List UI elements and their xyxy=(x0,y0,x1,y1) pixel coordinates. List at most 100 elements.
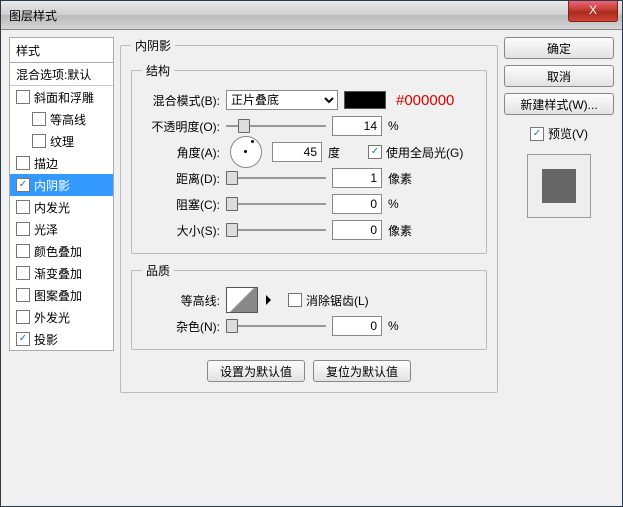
opacity-unit: % xyxy=(388,119,422,133)
size-label: 大小(S): xyxy=(142,222,220,239)
color-hex: #000000 xyxy=(396,92,454,109)
global-light-label: 使用全局光(G) xyxy=(386,144,463,161)
choke-unit: % xyxy=(388,197,422,211)
style-item-label: 内发光 xyxy=(34,199,70,216)
quality-group: 品质 等高线: 消除锯齿(L) 杂色(N): xyxy=(131,262,487,350)
style-item[interactable]: 光泽 xyxy=(10,218,113,240)
style-item[interactable]: 投影 xyxy=(10,328,113,350)
contour-picker[interactable] xyxy=(226,287,258,313)
contour-label: 等高线: xyxy=(142,292,220,309)
style-item-label: 光泽 xyxy=(34,221,58,238)
titlebar[interactable]: 图层样式 X xyxy=(1,1,622,30)
structure-legend: 结构 xyxy=(142,62,174,79)
center-panel: 内阴影 结构 混合模式(B): 正片叠底 #000000 不透明度(O): xyxy=(120,37,498,498)
angle-input[interactable] xyxy=(272,142,322,162)
check-icon[interactable] xyxy=(16,90,30,104)
structure-group: 结构 混合模式(B): 正片叠底 #000000 不透明度(O): % xyxy=(131,62,487,254)
noise-slider[interactable] xyxy=(226,319,326,333)
distance-label: 距离(D): xyxy=(142,170,220,187)
distance-slider[interactable] xyxy=(226,171,326,185)
check-icon[interactable] xyxy=(16,266,30,280)
check-icon xyxy=(530,127,544,141)
window-title: 图层样式 xyxy=(9,7,57,24)
style-item-label: 斜面和浮雕 xyxy=(34,89,94,106)
style-item-label: 图案叠加 xyxy=(34,287,82,304)
style-item-label: 投影 xyxy=(34,331,58,348)
check-icon[interactable] xyxy=(16,310,30,324)
blend-mode-label: 混合模式(B): xyxy=(142,92,220,109)
cancel-button[interactable]: 取消 xyxy=(504,65,614,87)
blending-options-row[interactable]: 混合选项:默认 xyxy=(10,63,113,86)
set-default-button[interactable]: 设置为默认值 xyxy=(207,360,305,382)
noise-label: 杂色(N): xyxy=(142,318,220,335)
size-input[interactable] xyxy=(332,220,382,240)
global-light-checkbox[interactable]: 使用全局光(G) xyxy=(368,144,463,161)
style-item[interactable]: 纹理 xyxy=(10,130,113,152)
check-icon[interactable] xyxy=(16,332,30,346)
style-item-label: 渐变叠加 xyxy=(34,265,82,282)
blend-mode-select[interactable]: 正片叠底 xyxy=(226,90,338,110)
angle-unit: 度 xyxy=(328,144,362,161)
dialog-body: 样式 混合选项:默认 斜面和浮雕等高线纹理描边内阴影内发光光泽颜色叠加渐变叠加图… xyxy=(1,29,622,506)
preview-box xyxy=(527,154,591,218)
preview-checkbox[interactable]: 预览(V) xyxy=(504,125,614,142)
styles-header[interactable]: 样式 xyxy=(9,37,114,63)
style-item[interactable]: 内阴影 xyxy=(10,174,113,196)
distance-input[interactable] xyxy=(332,168,382,188)
blending-options-label: 混合选项:默认 xyxy=(16,66,91,83)
angle-label: 角度(A): xyxy=(142,144,220,161)
style-item[interactable]: 内发光 xyxy=(10,196,113,218)
antialias-label: 消除锯齿(L) xyxy=(306,292,369,309)
ok-button[interactable]: 确定 xyxy=(504,37,614,59)
style-item-label: 颜色叠加 xyxy=(34,243,82,260)
check-icon[interactable] xyxy=(32,134,46,148)
style-item[interactable]: 外发光 xyxy=(10,306,113,328)
size-slider[interactable] xyxy=(226,223,326,237)
check-icon xyxy=(368,145,382,159)
check-icon[interactable] xyxy=(16,156,30,170)
reset-default-button[interactable]: 复位为默认值 xyxy=(313,360,411,382)
style-item-label: 外发光 xyxy=(34,309,70,326)
defaults-buttons: 设置为默认值 复位为默认值 xyxy=(131,360,487,382)
styles-list: 混合选项:默认 斜面和浮雕等高线纹理描边内阴影内发光光泽颜色叠加渐变叠加图案叠加… xyxy=(9,63,114,351)
style-item[interactable]: 描边 xyxy=(10,152,113,174)
angle-dial[interactable] xyxy=(230,136,262,168)
quality-legend: 品质 xyxy=(142,262,174,279)
new-style-button[interactable]: 新建样式(W)... xyxy=(504,93,614,115)
style-item[interactable]: 斜面和浮雕 xyxy=(10,86,113,108)
opacity-slider[interactable] xyxy=(226,119,326,133)
color-swatch[interactable] xyxy=(344,91,386,109)
noise-input[interactable] xyxy=(332,316,382,336)
check-icon[interactable] xyxy=(16,222,30,236)
check-icon[interactable] xyxy=(32,112,46,126)
size-unit: 像素 xyxy=(388,222,422,239)
check-icon[interactable] xyxy=(16,178,30,192)
choke-label: 阻塞(C): xyxy=(142,196,220,213)
opacity-input[interactable] xyxy=(332,116,382,136)
styles-panel: 样式 混合选项:默认 斜面和浮雕等高线纹理描边内阴影内发光光泽颜色叠加渐变叠加图… xyxy=(9,37,114,498)
style-item[interactable]: 颜色叠加 xyxy=(10,240,113,262)
style-item-label: 描边 xyxy=(34,155,58,172)
style-item[interactable]: 等高线 xyxy=(10,108,113,130)
preview-label: 预览(V) xyxy=(548,125,588,142)
style-item-label: 等高线 xyxy=(50,111,86,128)
close-button[interactable]: X xyxy=(568,1,618,22)
inner-shadow-fieldset: 内阴影 结构 混合模式(B): 正片叠底 #000000 不透明度(O): xyxy=(120,37,498,393)
style-item[interactable]: 渐变叠加 xyxy=(10,262,113,284)
noise-unit: % xyxy=(388,319,422,333)
right-panel: 确定 取消 新建样式(W)... 预览(V) xyxy=(504,37,614,498)
check-icon[interactable] xyxy=(16,200,30,214)
check-icon[interactable] xyxy=(16,288,30,302)
panel-title: 内阴影 xyxy=(131,37,175,54)
style-item[interactable]: 图案叠加 xyxy=(10,284,113,306)
choke-slider[interactable] xyxy=(226,197,326,211)
check-icon[interactable] xyxy=(16,244,30,258)
style-item-label: 内阴影 xyxy=(34,177,70,194)
choke-input[interactable] xyxy=(332,194,382,214)
distance-unit: 像素 xyxy=(388,170,422,187)
check-icon xyxy=(288,293,302,307)
opacity-label: 不透明度(O): xyxy=(142,118,220,135)
layer-style-dialog: 图层样式 X 样式 混合选项:默认 斜面和浮雕等高线纹理描边内阴影内发光光泽颜色… xyxy=(0,0,623,507)
antialias-checkbox[interactable]: 消除锯齿(L) xyxy=(288,292,369,309)
style-item-label: 纹理 xyxy=(50,133,74,150)
